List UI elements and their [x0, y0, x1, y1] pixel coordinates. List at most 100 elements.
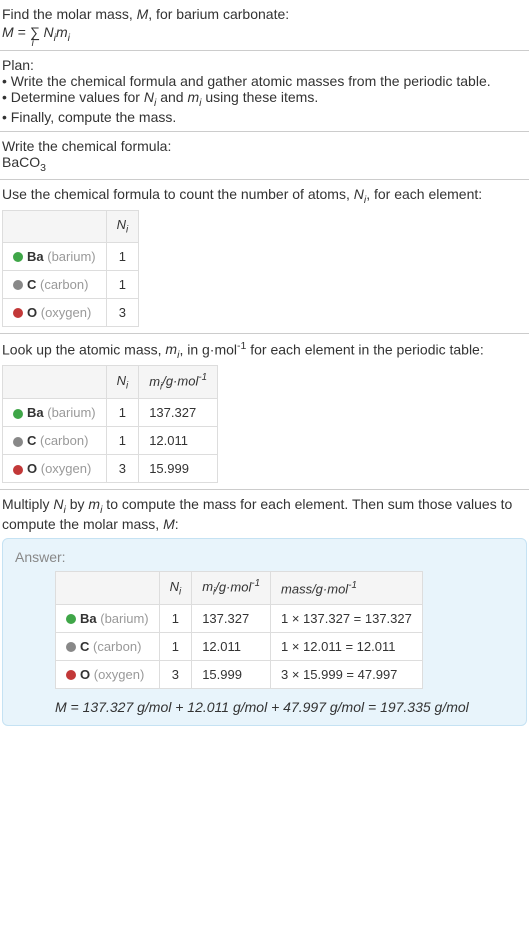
blank-header — [3, 211, 107, 243]
formula-n: N — [40, 24, 54, 40]
compute-b: by — [66, 496, 89, 512]
plan-section: Plan: • Write the chemical formula and g… — [0, 51, 529, 132]
ni-header: Ni — [106, 366, 139, 399]
plan-bullet-3: • Finally, compute the mass. — [2, 109, 527, 125]
dot-icon — [13, 409, 23, 419]
ni-value: 1 — [106, 270, 139, 298]
element-cell-c: C (carbon) — [56, 632, 160, 660]
element-cell-o: O (oxygen) — [3, 298, 107, 326]
table-row: O (oxygen) 3 15.999 — [3, 455, 218, 483]
intro-formula: M = ∑i Nimi — [2, 24, 527, 44]
am-header-b: , in g·mol — [179, 341, 237, 357]
mass-unit: mass/g·mol — [281, 581, 348, 596]
mass-value: 3 × 15.999 = 47.997 — [271, 660, 423, 688]
dot-icon — [66, 642, 76, 652]
element-cell-o: O (oxygen) — [3, 455, 107, 483]
element-cell-c: C (carbon) — [3, 427, 107, 455]
ni-header: Ni — [106, 211, 139, 243]
ni-value: 1 — [106, 427, 139, 455]
intro-var-m: M — [137, 6, 149, 22]
dot-icon — [13, 465, 23, 475]
mi-unit: /g·mol — [162, 374, 198, 389]
chem-formula-text: BaCO — [2, 154, 40, 170]
element-symbol: C — [27, 433, 36, 448]
am-header-c: for each element in the periodic table: — [246, 341, 483, 357]
mi-value: 15.999 — [139, 455, 218, 483]
table-row: Ba (barium) 1 137.327 1 × 137.327 = 137.… — [56, 604, 423, 632]
chem-formula-header: Write the chemical formula: — [2, 138, 527, 154]
table-row: C (carbon) 1 12.011 — [3, 427, 218, 455]
count-header-a: Use the chemical formula to count the nu… — [2, 186, 354, 202]
element-name: (barium) — [97, 611, 149, 626]
element-cell-c: C (carbon) — [3, 270, 107, 298]
element-name: (oxygen) — [90, 667, 144, 682]
compute-section: Multiply Ni by mi to compute the mass fo… — [0, 490, 529, 732]
count-atoms-table: Ni Ba (barium) 1 C (carbon) 1 O (oxygen)… — [2, 210, 139, 327]
table-row: C (carbon) 1 — [3, 270, 139, 298]
table-row: C (carbon) 1 12.011 1 × 12.011 = 12.011 — [56, 632, 423, 660]
plan-bullet-1: • Write the chemical formula and gather … — [2, 73, 527, 89]
answer-label: Answer: — [15, 549, 514, 565]
compute-d: : — [175, 516, 179, 532]
am-header-a: Look up the atomic mass, — [2, 341, 165, 357]
mi-header: mi/g·mol-1 — [139, 366, 218, 399]
intro-text-1: Find the molar mass, — [2, 6, 137, 22]
answer-box: Answer: Ni mi/g·mol-1 mass/g·mol-1 Ba (b… — [2, 538, 527, 726]
ni-value: 3 — [159, 660, 192, 688]
element-name: (barium) — [44, 249, 96, 264]
compute-a: Multiply — [2, 496, 53, 512]
formula-prefix: M = — [2, 24, 30, 40]
table-row: O (oxygen) 3 15.999 3 × 15.999 = 47.997 — [56, 660, 423, 688]
table-header-row: Ni mi/g·mol-1 mass/g·mol-1 — [56, 571, 423, 604]
count-header-b: , for each element: — [366, 186, 482, 202]
plan-b2-b: and — [156, 89, 187, 105]
element-name: (carbon) — [36, 277, 88, 292]
formula-m-sub: i — [68, 32, 70, 44]
intro-section: Find the molar mass, M, for barium carbo… — [0, 0, 529, 51]
element-name: (carbon) — [36, 433, 88, 448]
dot-icon — [66, 670, 76, 680]
dot-icon — [13, 252, 23, 262]
dot-icon — [13, 308, 23, 318]
element-cell-ba: Ba (barium) — [56, 604, 160, 632]
table-row: Ba (barium) 1 — [3, 242, 139, 270]
chem-formula-value: BaCO3 — [2, 154, 527, 174]
count-atoms-section: Use the chemical formula to count the nu… — [0, 180, 529, 333]
mass-value: 1 × 12.011 = 12.011 — [271, 632, 423, 660]
table-row: Ba (barium) 1 137.327 — [3, 399, 218, 427]
blank-header — [3, 366, 107, 399]
final-answer: M = 137.327 g/mol + 12.011 g/mol + 47.99… — [55, 699, 514, 715]
element-symbol: C — [80, 639, 89, 654]
mi-value: 137.327 — [192, 604, 271, 632]
ni-value: 1 — [159, 632, 192, 660]
mi-value: 12.011 — [192, 632, 271, 660]
element-cell-ba: Ba (barium) — [3, 399, 107, 427]
plan-bullet-2: • Determine values for Ni and mi using t… — [2, 89, 527, 109]
mi-value: 137.327 — [139, 399, 218, 427]
element-symbol: O — [80, 667, 90, 682]
chem-formula-section: Write the chemical formula: BaCO3 — [0, 132, 529, 181]
table-row: O (oxygen) 3 — [3, 298, 139, 326]
answer-table: Ni mi/g·mol-1 mass/g·mol-1 Ba (barium) 1… — [55, 571, 423, 689]
element-symbol: O — [27, 461, 37, 476]
mi-value: 12.011 — [139, 427, 218, 455]
dot-icon — [13, 437, 23, 447]
element-symbol: Ba — [27, 249, 44, 264]
ni-value: 1 — [106, 399, 139, 427]
element-symbol: C — [27, 277, 36, 292]
plan-b2-c: using these items. — [201, 89, 318, 105]
ni-value: 1 — [106, 242, 139, 270]
intro-text-2: , for barium carbonate: — [148, 6, 289, 22]
element-cell-o: O (oxygen) — [56, 660, 160, 688]
mass-header: mass/g·mol-1 — [271, 571, 423, 604]
ni-value: 3 — [106, 455, 139, 483]
element-cell-ba: Ba (barium) — [3, 242, 107, 270]
blank-header — [56, 571, 160, 604]
element-name: (oxygen) — [37, 305, 91, 320]
element-name: (carbon) — [89, 639, 141, 654]
ni-value: 3 — [106, 298, 139, 326]
plan-header: Plan: — [2, 57, 527, 73]
atomic-mass-table: Ni mi/g·mol-1 Ba (barium) 1 137.327 C (c… — [2, 365, 218, 483]
formula-m: m — [56, 24, 68, 40]
chem-formula-sub: 3 — [40, 161, 46, 173]
